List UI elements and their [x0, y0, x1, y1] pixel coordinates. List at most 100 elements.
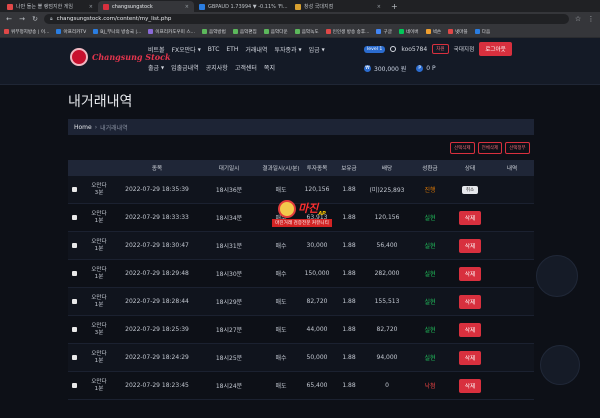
- table-row: 오만다 3분 2022-07-29 18:35:39 18시36분 매도 120,156 1…: [68, 176, 534, 204]
- delete-button[interactable]: 삭제: [458, 266, 482, 281]
- nav-item[interactable]: 거래내역: [245, 42, 267, 56]
- nav-item[interactable]: 공지사항: [206, 60, 228, 74]
- bookmark-item[interactable]: BJ_부나의 방송국 |...: [93, 29, 141, 35]
- row-select-cell: [68, 187, 80, 192]
- delete-button[interactable]: 삭제: [458, 294, 482, 309]
- status-cell: 실현: [424, 215, 436, 222]
- menu-icon[interactable]: ⋮: [587, 15, 595, 23]
- url-input[interactable]: 🔒︎ changsungstock.com/content/my_list.ph…: [44, 14, 569, 24]
- nav-item[interactable]: BTC: [208, 42, 220, 56]
- nav-item-label: FX오만다: [171, 46, 196, 54]
- bookmark-favicon-icon: [376, 29, 382, 34]
- order-time-cell: 2022-07-29 18:24:29: [125, 354, 189, 361]
- logo-emblem-icon: [70, 48, 88, 66]
- nav-item[interactable]: 입출금내역: [171, 60, 199, 74]
- chevron-down-icon: ▼: [197, 46, 201, 52]
- tab-favicon-icon: [7, 3, 13, 10]
- breadcrumb-home[interactable]: Home: [74, 124, 92, 131]
- delete-button[interactable]: 삭제: [458, 378, 482, 393]
- browser-tab[interactable]: changsungstock ×: [98, 1, 194, 12]
- nav-item-label: BTC: [207, 45, 220, 53]
- bookmark-label: 음악다운: [270, 29, 288, 35]
- pick-cell: 매수: [275, 243, 287, 250]
- bookmark-label: 위부정지방송 | 이...: [11, 29, 50, 35]
- tab-close-icon[interactable]: ×: [185, 4, 189, 10]
- nav-item[interactable]: 입금 ▼: [309, 42, 325, 56]
- row-checkbox[interactable]: [71, 327, 77, 332]
- bookmark-label: 음악녹도: [301, 29, 319, 35]
- bookmark-item[interactable]: 인인생 방송 송후...: [325, 29, 369, 35]
- bookmark-item[interactable]: 음악방법: [201, 29, 226, 35]
- nav-item[interactable]: 비트볼: [148, 42, 165, 56]
- bookmark-item[interactable]: 네이버: [398, 29, 419, 35]
- bookmark-item[interactable]: 다음: [474, 29, 490, 35]
- bookmark-item[interactable]: 넷마블: [448, 29, 468, 35]
- row-select-cell: [68, 383, 80, 388]
- row-checkbox[interactable]: [71, 355, 77, 360]
- new-tab-icon[interactable]: +: [386, 1, 403, 12]
- status-cell: 실현: [424, 243, 436, 250]
- bookmark-favicon-icon: [474, 29, 480, 34]
- nav-item-label: 고객센터: [234, 64, 257, 72]
- bookmark-item[interactable]: 위부정지방송 | 이...: [4, 29, 49, 35]
- bookmark-favicon-icon: [201, 29, 207, 34]
- nav-item-label: 거래내역: [245, 46, 268, 54]
- nav-item-label: 출금: [148, 64, 160, 72]
- order-time-cell: 2022-07-29 18:30:47: [125, 242, 189, 249]
- row-checkbox[interactable]: [71, 243, 77, 248]
- row-select-cell: [68, 271, 80, 276]
- delete-button[interactable]: 삭제: [458, 238, 482, 253]
- bookmark-item[interactable]: 음악녹도: [294, 29, 319, 35]
- tab-close-icon[interactable]: ×: [89, 4, 93, 10]
- nav-item[interactable]: FX오만다 ▼: [172, 42, 201, 56]
- back-icon[interactable]: ←: [5, 15, 13, 23]
- row-checkbox[interactable]: [71, 383, 77, 388]
- nav-item[interactable]: 투자종과 ▼: [274, 42, 301, 56]
- won-coin-icon: ₩: [364, 64, 371, 72]
- bookmark-item[interactable]: 아프리카TV: [56, 29, 86, 35]
- bookmark-item[interactable]: 구글: [376, 29, 392, 35]
- row-checkbox[interactable]: [71, 271, 77, 276]
- round-duration: 3분: [94, 189, 104, 196]
- result-time-cell: 18시34분: [215, 215, 243, 222]
- points: P 0 P: [416, 64, 436, 72]
- pick-cell: 매수: [275, 355, 287, 362]
- browser-tab[interactable]: 창성 국대지점 ×: [290, 1, 386, 12]
- table-header-cell: 배당: [381, 166, 393, 172]
- bookmark-item[interactable]: 음악다운: [263, 29, 288, 35]
- tab-close-icon[interactable]: ×: [377, 4, 381, 10]
- row-checkbox[interactable]: [71, 215, 77, 220]
- amount-cell: 63,913: [306, 214, 328, 221]
- bookmark-favicon-icon: [448, 29, 454, 34]
- bulk-action-button[interactable]: 전체삭제: [477, 142, 503, 154]
- username[interactable]: koo5784: [401, 46, 427, 53]
- bulk-action-button[interactable]: 선택삭제: [450, 142, 475, 154]
- delete-button[interactable]: 삭제: [458, 210, 482, 225]
- bookmark-item[interactable]: 넥슨: [425, 29, 441, 35]
- tab-title: 창성 국대지점: [304, 4, 334, 10]
- order-time-cell: 2022-07-29 18:35:39: [125, 186, 189, 193]
- nav-item[interactable]: ETH: [226, 42, 238, 56]
- nav-item[interactable]: 쪽지: [264, 60, 275, 74]
- bulk-action-button[interactable]: 선택정부: [505, 142, 530, 154]
- browser-tab[interactable]: 나만 돌는 뽈 랭덤지한 게임 ×: [2, 1, 98, 12]
- star-icon[interactable]: ☆: [574, 15, 582, 23]
- cancel-button[interactable]: 취소: [461, 185, 479, 194]
- browser-tab[interactable]: GBPAUD 1.73994 ▼ -0.11% 'Fi...×: [194, 1, 290, 12]
- tab-title: changsungstock: [112, 3, 153, 10]
- row-checkbox[interactable]: [71, 187, 77, 192]
- row-checkbox[interactable]: [71, 299, 77, 304]
- delete-button[interactable]: 삭제: [458, 350, 482, 365]
- round-name: 오만다: [91, 210, 107, 217]
- logout-button[interactable]: 로그아웃: [479, 42, 512, 56]
- delete-button[interactable]: 삭제: [458, 322, 482, 337]
- odds-cell: 1.88: [342, 270, 356, 277]
- nav-item[interactable]: 고객센터: [235, 60, 257, 74]
- forward-icon[interactable]: →: [18, 15, 26, 23]
- reload-icon[interactable]: ↻: [31, 15, 39, 23]
- page-title: 내거래내역: [68, 94, 133, 110]
- bookmark-item[interactable]: 음악편집: [232, 29, 257, 35]
- action-cell: 삭제: [450, 350, 490, 365]
- bookmark-item[interactable]: 이프리카도우미 스...: [148, 29, 195, 35]
- nav-item[interactable]: 출금 ▼: [148, 60, 164, 74]
